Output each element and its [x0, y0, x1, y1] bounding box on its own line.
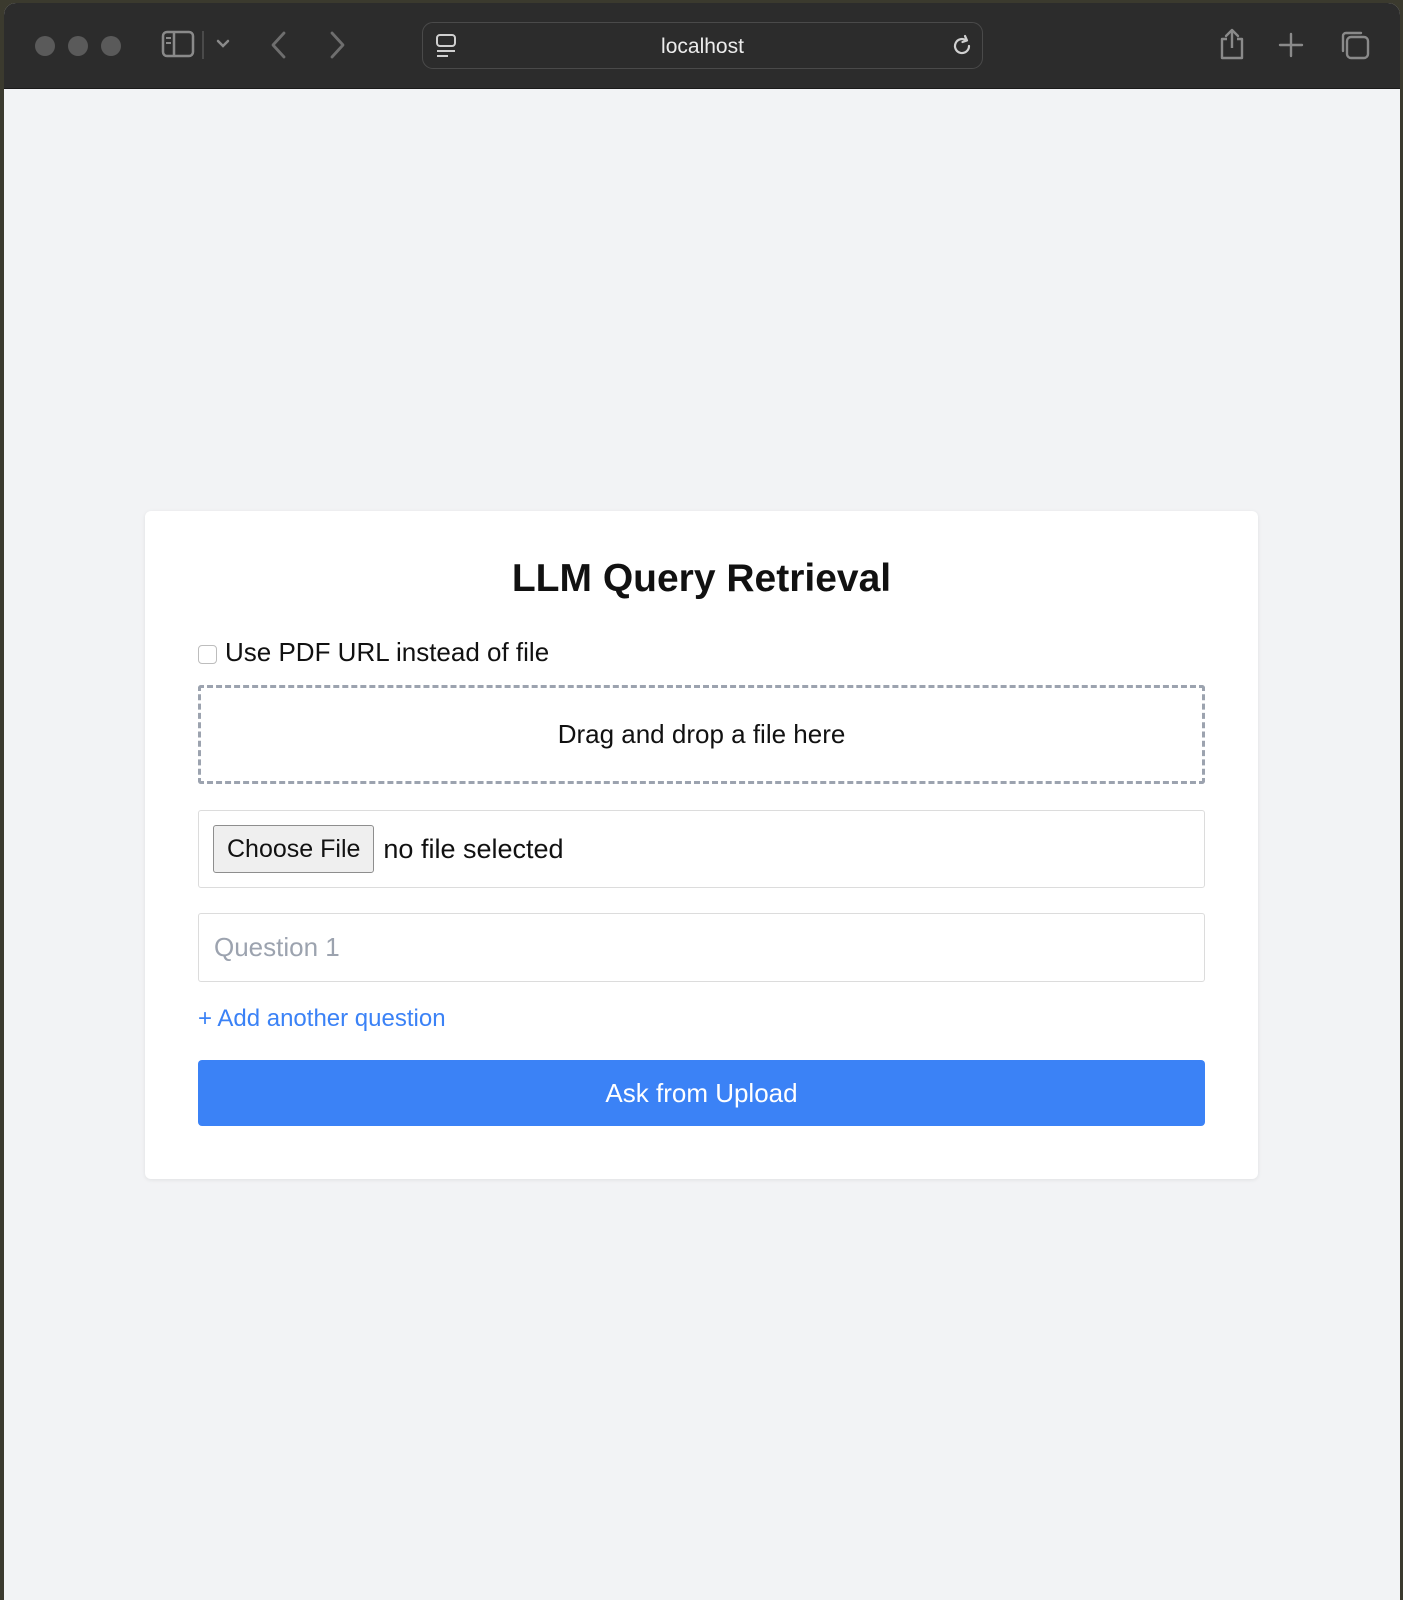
url-text: localhost	[661, 35, 744, 58]
reload-icon[interactable]	[950, 34, 974, 58]
page-title: LLM Query Retrieval	[511, 557, 892, 600]
sidebar-icon[interactable]	[161, 29, 195, 59]
back-arrow-icon[interactable]	[270, 30, 288, 60]
query-form-card: LLM Query Retrieval Use PDF URL instead …	[145, 511, 1258, 1179]
file-input[interactable]: Choose File no file selected	[198, 810, 1205, 888]
minimize-window-button[interactable]	[68, 36, 88, 56]
use-url-option[interactable]: Use PDF URL instead of file	[198, 637, 549, 667]
close-window-button[interactable]	[35, 36, 55, 56]
chevron-down-icon[interactable]	[216, 39, 230, 49]
choose-file-button[interactable]: Choose File	[213, 825, 375, 873]
use-url-label[interactable]: Use PDF URL instead of file	[225, 637, 549, 668]
question-input[interactable]	[198, 913, 1205, 982]
forward-arrow-icon[interactable]	[328, 30, 346, 60]
address-bar[interactable]: localhost	[422, 22, 983, 69]
browser-toolbar: localhost	[4, 3, 1400, 89]
share-icon[interactable]	[1218, 27, 1246, 61]
tab-overview-icon[interactable]	[1339, 29, 1371, 61]
zoom-window-button[interactable]	[101, 36, 121, 56]
plus-icon[interactable]	[1278, 32, 1304, 58]
page-content: LLM Query Retrieval Use PDF URL instead …	[4, 89, 1400, 1600]
browser-window: localhost LLM Query Retrieval Use PDF UR…	[4, 3, 1400, 1600]
toolbar-divider	[202, 31, 204, 59]
ask-from-upload-button[interactable]: Ask from Upload	[198, 1060, 1205, 1126]
dropzone-text: Drag and drop a file here	[557, 719, 846, 749]
use-url-checkbox[interactable]	[198, 644, 217, 664]
file-status-text: no file selected	[383, 833, 564, 864]
file-dropzone[interactable]: Drag and drop a file here	[198, 685, 1205, 784]
add-question-link[interactable]: + Add another question	[198, 1005, 446, 1033]
